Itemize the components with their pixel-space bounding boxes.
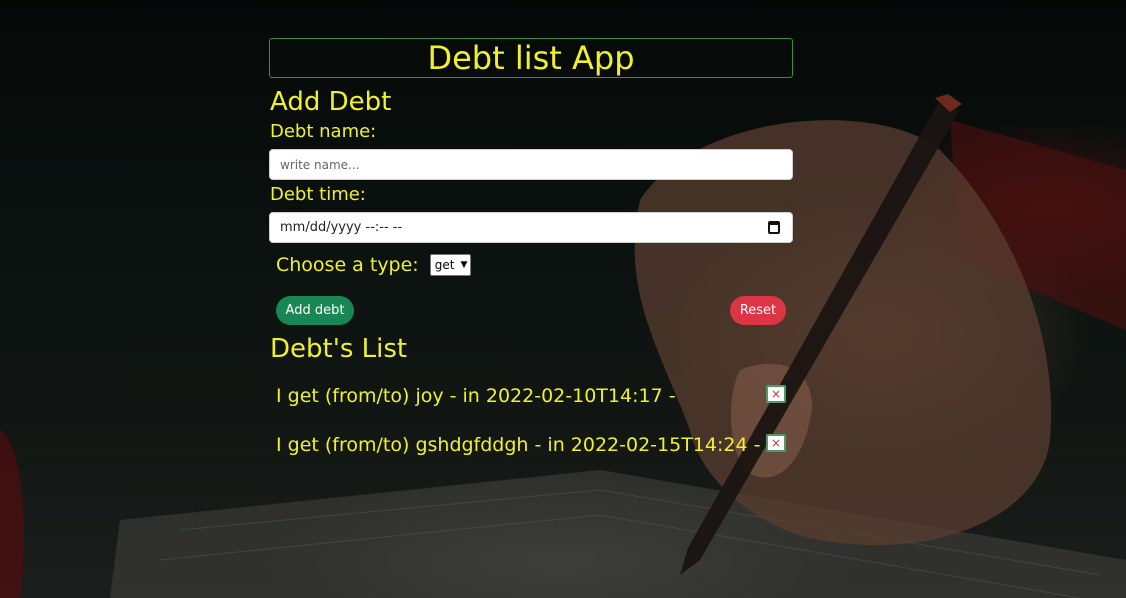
type-select-value: get <box>434 258 455 272</box>
list-item-text: I get (from/to) joy - in 2022-02-10T14:1… <box>276 384 676 407</box>
delete-button[interactable]: × <box>766 434 786 452</box>
list-item-text: I get (from/to) gshdgfddgh - in 2022-02-… <box>276 433 761 456</box>
type-row: Choose a type: get ▼ <box>276 253 793 277</box>
delete-button[interactable]: × <box>766 385 786 403</box>
debt-time-value: mm/dd/yyyy --:-- -- <box>280 220 403 235</box>
debt-name-placeholder: write name... <box>280 157 360 172</box>
chevron-down-icon: ▼ <box>460 260 468 270</box>
form-buttons: Add debt Reset <box>276 296 786 325</box>
list-item: I get (from/to) gshdgfddgh - in 2022-02-… <box>276 420 786 469</box>
app-container: Debt list App Add Debt Debt name: write … <box>269 38 793 469</box>
debt-list: I get (from/to) joy - in 2022-02-10T14:1… <box>269 371 793 469</box>
type-label: Choose a type: <box>276 254 419 276</box>
debt-name-label: Debt name: <box>270 121 377 142</box>
reset-button[interactable]: Reset <box>730 296 786 325</box>
type-select[interactable]: get ▼ <box>429 254 472 276</box>
debt-time-label: Debt time: <box>270 184 366 205</box>
debt-list-heading: Debt's List <box>270 334 408 364</box>
app-title: Debt list App <box>269 38 793 78</box>
add-debt-button[interactable]: Add debt <box>276 296 354 325</box>
debt-time-input[interactable]: mm/dd/yyyy --:-- -- <box>269 212 793 243</box>
calendar-icon[interactable] <box>768 221 780 234</box>
debt-name-input[interactable]: write name... <box>269 149 793 180</box>
list-item: I get (from/to) joy - in 2022-02-10T14:1… <box>276 371 786 420</box>
add-debt-heading: Add Debt <box>270 87 392 117</box>
